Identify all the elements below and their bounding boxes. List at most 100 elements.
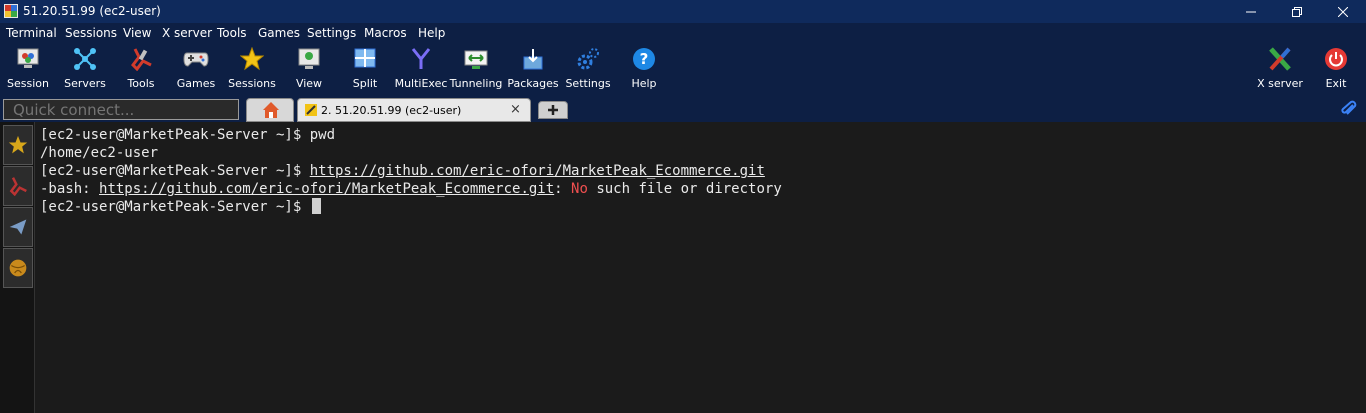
left-sidebar xyxy=(0,122,35,413)
toolbar: Session Servers Tools Games Sessions Vie… xyxy=(0,43,1366,96)
exit-button[interactable]: Exit xyxy=(1306,43,1366,96)
paper-plane-icon xyxy=(9,219,27,235)
split-button[interactable]: Split xyxy=(335,43,395,96)
new-tab-button[interactable] xyxy=(538,101,568,119)
quick-connect-input[interactable] xyxy=(3,99,239,120)
menu-settings[interactable]: Settings xyxy=(307,26,356,40)
gamepad-icon xyxy=(183,52,209,67)
session-button[interactable]: Session xyxy=(0,43,58,96)
restore-icon xyxy=(1292,6,1302,17)
menu-sessions[interactable]: Sessions xyxy=(65,26,117,40)
terminal-error-no: No xyxy=(571,181,588,197)
sidebar-macros-button[interactable] xyxy=(3,207,33,247)
multiexec-button[interactable]: MultiExec xyxy=(391,43,451,96)
session-icon xyxy=(17,48,39,68)
terminal-prompt: [ec2-user@MarketPeak-Server ~]$ xyxy=(40,127,310,143)
restore-button[interactable] xyxy=(1274,0,1320,23)
terminal-line: [ec2-user@MarketPeak-Server ~]$ https://… xyxy=(40,162,765,180)
servers-icon xyxy=(74,48,96,70)
menu-bar: Terminal Sessions View X server Tools Ga… xyxy=(0,23,1366,43)
sessions-button[interactable]: Sessions xyxy=(222,43,282,96)
tunneling-label: Tunneling xyxy=(449,77,503,90)
session-label: Session xyxy=(7,77,49,90)
terminal-prompt: [ec2-user@MarketPeak-Server ~]$ xyxy=(40,163,310,179)
help-button[interactable]: ? Help xyxy=(614,43,674,96)
terminal-line: /home/ec2-user xyxy=(40,144,158,162)
terminal-output: /home/ec2-user xyxy=(40,145,159,161)
terminal-url-link[interactable]: https://github.com/eric-ofori/MarketPeak… xyxy=(99,181,554,197)
view-label: View xyxy=(295,77,323,90)
app-icon xyxy=(4,4,18,18)
games-button[interactable]: Games xyxy=(166,43,226,96)
terminal-error-prefix: -bash: xyxy=(40,181,100,197)
sidebar-tools-button[interactable] xyxy=(3,166,33,206)
window-title: 51.20.51.99 (ec2-user) xyxy=(23,4,161,18)
terminal-prompt: [ec2-user@MarketPeak-Server ~]$ xyxy=(40,199,310,215)
tools-icon xyxy=(131,48,152,71)
packages-label: Packages xyxy=(507,77,559,90)
x-server-button[interactable]: X server xyxy=(1250,43,1310,96)
globe-icon xyxy=(9,259,27,277)
tools-button[interactable]: Tools xyxy=(111,43,171,96)
exit-label: Exit xyxy=(1325,77,1347,90)
tunneling-button[interactable]: Tunneling xyxy=(446,43,506,96)
split-label: Split xyxy=(352,77,378,90)
split-icon xyxy=(354,48,376,68)
sidebar-sftp-button[interactable] xyxy=(3,248,33,288)
menu-help[interactable]: Help xyxy=(418,26,445,40)
terminal-tab-icon xyxy=(305,104,317,116)
tab-session-label: 2. 51.20.51.99 (ec2-user) xyxy=(321,104,462,117)
packages-icon xyxy=(523,49,543,70)
terminal-line: -bash: https://github.com/eric-ofori/Mar… xyxy=(40,180,782,198)
title-bar: 51.20.51.99 (ec2-user) xyxy=(0,0,1366,23)
tunneling-icon xyxy=(464,50,488,69)
games-label: Games xyxy=(176,77,216,90)
close-icon xyxy=(1338,6,1348,17)
x-server-label: X server xyxy=(1257,77,1303,90)
help-label: Help xyxy=(631,77,657,90)
servers-button[interactable]: Servers xyxy=(55,43,115,96)
multiexec-label: MultiExec xyxy=(394,77,448,90)
terminal-colon: : xyxy=(554,181,572,197)
attachment-icon[interactable] xyxy=(1340,100,1358,118)
power-icon xyxy=(1325,48,1347,70)
star-icon xyxy=(8,135,28,154)
x-server-icon xyxy=(1269,47,1291,71)
menu-macros[interactable]: Macros xyxy=(364,26,407,40)
terminal-view[interactable]: [ec2-user@MarketPeak-Server ~]$ pwd /hom… xyxy=(36,122,1366,413)
tab-session[interactable]: 2. 51.20.51.99 (ec2-user) × xyxy=(297,98,531,122)
view-button[interactable]: View xyxy=(279,43,339,96)
svg-text:?: ? xyxy=(640,50,649,68)
gear-icon xyxy=(577,48,599,70)
terminal-line: [ec2-user@MarketPeak-Server ~]$ pwd xyxy=(40,126,335,144)
terminal-cursor xyxy=(311,198,321,214)
multiexec-icon xyxy=(411,48,431,69)
menu-x-server[interactable]: X server xyxy=(162,26,212,40)
menu-view[interactable]: View xyxy=(123,26,151,40)
plus-icon xyxy=(548,105,558,115)
settings-label: Settings xyxy=(565,77,611,90)
tools-label: Tools xyxy=(127,77,155,90)
terminal-error-rest: such file or directory xyxy=(587,181,782,197)
menu-games[interactable]: Games xyxy=(258,26,300,40)
sessions-label: Sessions xyxy=(228,77,276,90)
tab-bar: 2. 51.20.51.99 (ec2-user) × xyxy=(0,96,1366,122)
home-icon xyxy=(263,102,279,118)
terminal-line: [ec2-user@MarketPeak-Server ~]$ xyxy=(40,198,321,216)
packages-button[interactable]: Packages xyxy=(503,43,563,96)
terminal-url-link[interactable]: https://github.com/eric-ofori/MarketPeak… xyxy=(310,163,765,179)
servers-label: Servers xyxy=(64,77,106,90)
minimize-button[interactable] xyxy=(1228,0,1274,23)
close-window-button[interactable] xyxy=(1320,0,1366,23)
tab-close-icon[interactable]: × xyxy=(510,102,521,117)
menu-terminal[interactable]: Terminal xyxy=(6,26,57,40)
star-icon xyxy=(240,47,264,71)
tools-icon xyxy=(9,177,27,196)
settings-button[interactable]: Settings xyxy=(558,43,618,96)
tab-home[interactable] xyxy=(246,98,294,122)
menu-tools[interactable]: Tools xyxy=(217,26,247,40)
sidebar-sessions-button[interactable] xyxy=(3,125,33,165)
view-icon xyxy=(298,48,320,69)
terminal-command: pwd xyxy=(309,127,336,143)
minimize-icon xyxy=(1246,11,1256,12)
